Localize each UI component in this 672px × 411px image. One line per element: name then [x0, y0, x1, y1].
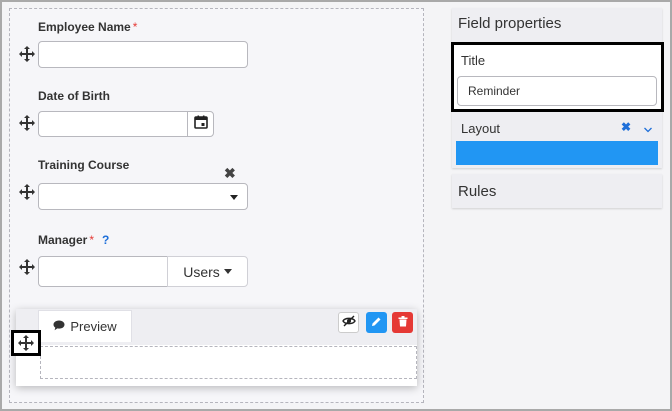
- toggle-visibility-button[interactable]: [338, 312, 359, 333]
- layout-selected-option[interactable]: [456, 141, 658, 165]
- edit-field-button[interactable]: [366, 312, 387, 333]
- users-button-label: Users: [183, 263, 220, 280]
- title-input[interactable]: [457, 76, 657, 106]
- eye-slash-icon: [341, 314, 356, 332]
- required-marker: *: [132, 20, 138, 34]
- move-icon[interactable]: [18, 183, 36, 201]
- employee-name-label-text: Employee Name: [38, 20, 131, 34]
- move-icon[interactable]: [18, 114, 36, 132]
- users-dropdown-button[interactable]: Users: [167, 256, 248, 287]
- move-icon[interactable]: [18, 258, 36, 276]
- move-icon[interactable]: [11, 330, 41, 356]
- preview-tab-label: Preview: [70, 319, 117, 334]
- delete-field-button[interactable]: [392, 312, 413, 333]
- calendar-icon: [193, 115, 208, 134]
- chevron-down-icon: [230, 195, 238, 200]
- date-picker-button[interactable]: [187, 111, 214, 137]
- title-label: Title: [461, 53, 486, 68]
- chevron-down-icon: [223, 269, 232, 274]
- pencil-icon: [371, 314, 382, 332]
- field-properties-header[interactable]: Field properties: [458, 15, 561, 32]
- date-of-birth-label: Date of Birth: [38, 89, 110, 103]
- manager-label: Manager *?: [38, 233, 109, 247]
- chevron-down-icon[interactable]: [643, 121, 653, 139]
- comment-icon: [53, 319, 65, 334]
- employee-name-input[interactable]: [38, 41, 248, 68]
- clear-layout-icon[interactable]: ✖: [621, 120, 631, 134]
- training-course-select[interactable]: [38, 183, 248, 210]
- preview-tab[interactable]: Preview: [38, 310, 132, 342]
- manager-input[interactable]: [38, 256, 168, 287]
- reminder-field-block[interactable]: Preview: [16, 309, 417, 386]
- employee-name-label: Employee Name *: [38, 20, 137, 34]
- date-of-birth-input[interactable]: [38, 111, 188, 137]
- manager-label-text: Manager: [38, 233, 88, 247]
- required-marker: *: [89, 233, 95, 247]
- trash-icon: [398, 314, 408, 332]
- help-icon[interactable]: ?: [102, 233, 109, 247]
- clear-selection-icon[interactable]: ✖: [224, 165, 236, 182]
- reminder-field-header: Preview: [16, 309, 417, 345]
- reminder-drop-zone[interactable]: [40, 346, 417, 379]
- layout-label: Layout: [461, 121, 501, 136]
- training-course-label: Training Course: [38, 158, 130, 172]
- rules-header[interactable]: Rules: [458, 183, 496, 200]
- move-icon[interactable]: [18, 45, 36, 63]
